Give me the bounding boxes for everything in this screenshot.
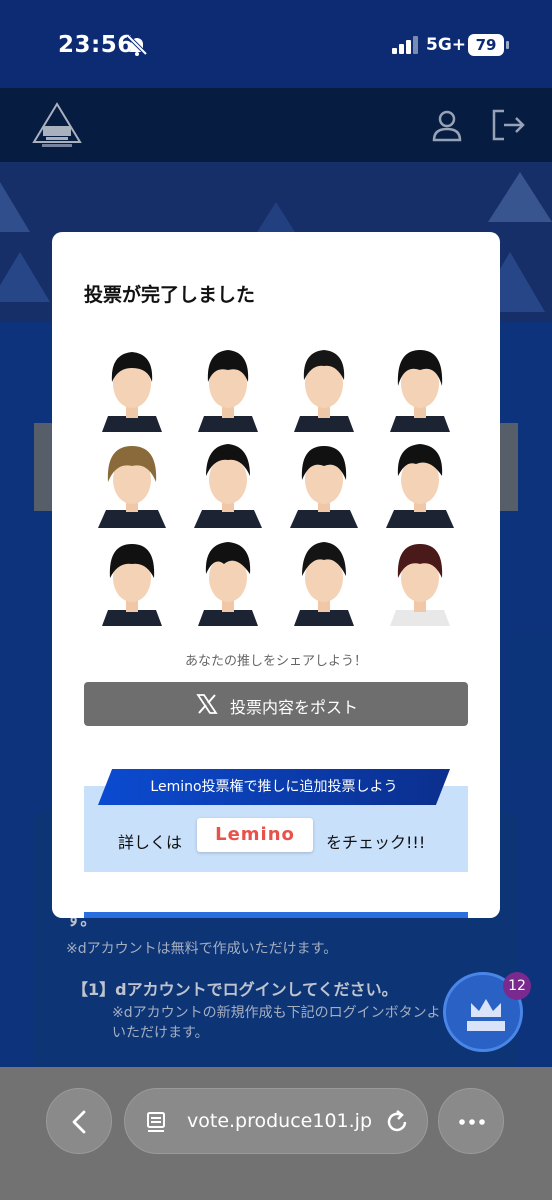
trainee-photo [280, 340, 368, 432]
status-time: 23:56 [58, 32, 134, 58]
post-button-label: 投票内容をポスト [230, 698, 359, 717]
lemino-lead-text: 詳しくは [118, 833, 183, 852]
battery-indicator: 79 [468, 34, 509, 56]
trainee-photo [88, 534, 176, 626]
share-prompt: あなたの推しをシェアしよう！ [184, 654, 367, 669]
trainee-photo [88, 340, 176, 432]
trainee-photo [376, 534, 464, 626]
trainee-photo [88, 436, 176, 528]
trainee-photo [184, 340, 272, 432]
more-dots-icon [459, 1119, 485, 1125]
lemino-logo-link[interactable]: Lemino [197, 818, 313, 852]
trainee-photo [184, 436, 272, 528]
trainee-photo [280, 436, 368, 528]
more-menu-button[interactable] [438, 1088, 504, 1154]
back-button[interactable] [46, 1088, 112, 1154]
modal-bottom-edge [84, 912, 468, 918]
page-settings-icon [147, 1112, 165, 1132]
url-text: vote.produce101.jp [187, 1110, 373, 1132]
bell-off-icon [126, 34, 148, 56]
notification-badge: 12 [503, 972, 531, 1000]
lemino-banner: Lemino投票権で推しに追加投票しよう [98, 769, 450, 805]
trainee-photo [184, 534, 272, 626]
modal-title: 投票が完了しました [84, 284, 256, 306]
post-to-x-button[interactable]: 投票内容をポスト [84, 682, 468, 726]
signal-icon [392, 36, 418, 54]
trainee-photo [376, 340, 464, 432]
lemino-trail-text: をチェック!!! [326, 833, 426, 852]
address-bar[interactable]: vote.produce101.jp [124, 1088, 428, 1154]
reload-icon[interactable] [383, 1108, 411, 1136]
vote-complete-modal: 投票が完了しました あなたの推しをシェアしよう！ 投票内容をポスト Lemino… [52, 232, 500, 918]
trainee-photo [280, 534, 368, 626]
trainee-photo [376, 436, 464, 528]
network-type: 5G+ [426, 35, 467, 55]
chevron-left-icon [72, 1110, 86, 1134]
crown-icon [467, 999, 505, 1031]
x-logo-icon [196, 694, 218, 714]
status-bar: 23:56 5G+ 79 [0, 0, 552, 88]
trainee-photo-grid [88, 340, 472, 630]
browser-toolbar: vote.produce101.jp [0, 1067, 552, 1200]
